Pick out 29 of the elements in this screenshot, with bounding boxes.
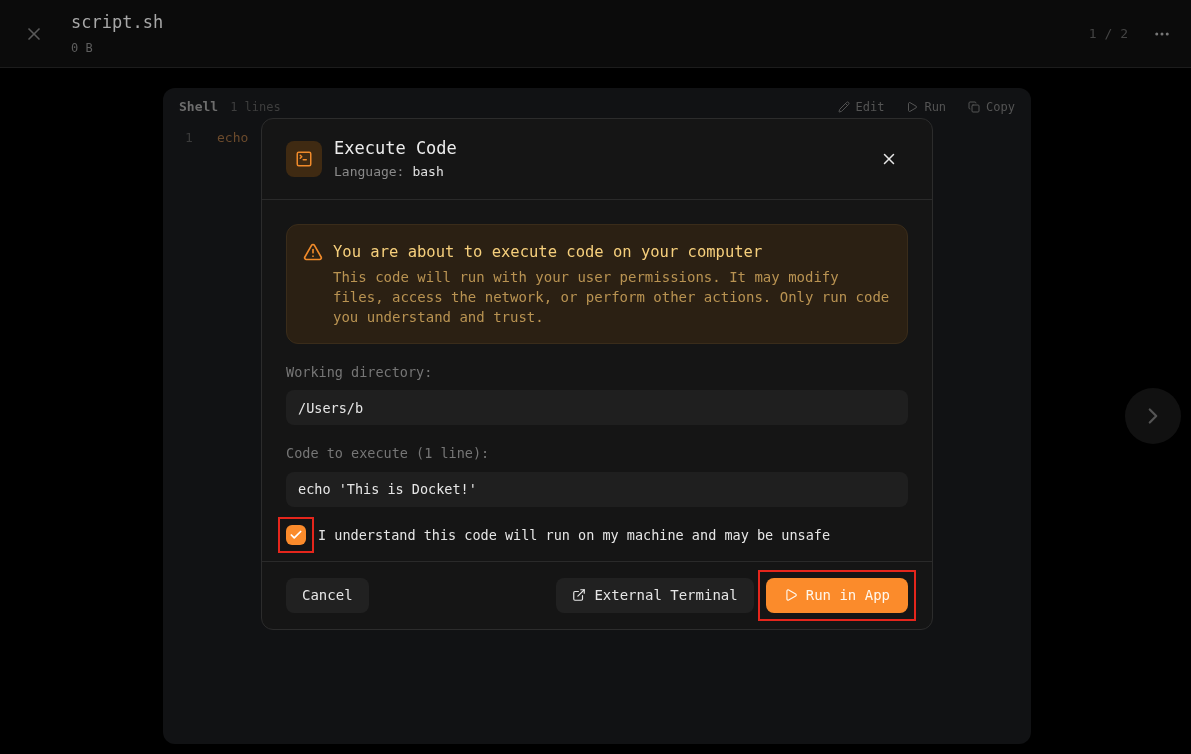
field-value: echo 'This is Docket!' bbox=[286, 471, 908, 507]
page-counter: 1 / 2 bbox=[1088, 24, 1128, 43]
play-icon bbox=[906, 101, 919, 113]
code-line: echo bbox=[217, 129, 249, 148]
language-value: bash bbox=[412, 162, 444, 181]
run-in-app-button[interactable]: Run in App bbox=[765, 577, 908, 613]
language-label: Shell bbox=[179, 98, 219, 117]
warning-title: You are about to execute code on your computer bbox=[333, 242, 764, 263]
copy-icon bbox=[968, 101, 981, 113]
run-button[interactable]: Run bbox=[906, 98, 947, 116]
dialog-title: Execute Code bbox=[334, 136, 457, 159]
consent-label: I understand this code will run on my machine and may be unsafe bbox=[318, 525, 831, 545]
consent-checkbox[interactable] bbox=[286, 524, 306, 545]
copy-button[interactable]: Copy bbox=[968, 98, 1015, 116]
cancel-button[interactable]: Cancel bbox=[286, 577, 369, 613]
field-value: /Users/b bbox=[286, 390, 908, 426]
file-size: 0 B bbox=[71, 39, 94, 57]
warning-text: This code will run with your user permissions. It may modify files, access the network, or perform other actions. Only run code you understand and trust. bbox=[333, 268, 891, 327]
language-caption: Language: bbox=[334, 162, 405, 181]
field-label: Code to execute (1 line): bbox=[286, 444, 491, 464]
external-link-icon bbox=[572, 588, 587, 603]
file-name: script.sh bbox=[71, 10, 164, 33]
warning-icon bbox=[303, 242, 323, 262]
field-label: Working directory: bbox=[286, 363, 434, 382]
external-terminal-button[interactable]: External Terminal bbox=[556, 577, 754, 613]
play-icon bbox=[783, 588, 798, 603]
terminal-icon bbox=[295, 150, 313, 168]
edit-button[interactable]: Edit bbox=[837, 98, 885, 116]
pencil-icon bbox=[837, 101, 850, 113]
